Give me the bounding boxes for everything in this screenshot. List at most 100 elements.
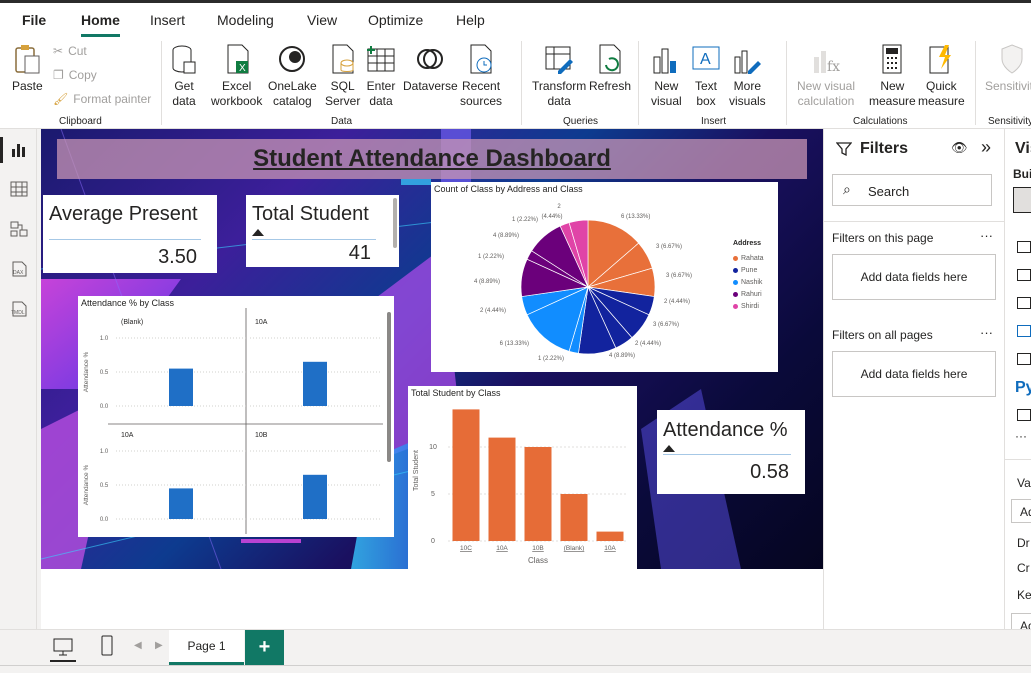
bar[interactable]	[169, 368, 193, 406]
svg-text:fx: fx	[827, 59, 840, 75]
model-view-icon[interactable]	[10, 220, 28, 238]
dashboard-title-banner[interactable]: Student Attendance Dashboard	[57, 139, 807, 179]
stacked-bar-icon[interactable]	[1017, 241, 1031, 253]
sql-server-icon	[332, 44, 354, 74]
new-visual-calculation-button[interactable]: fx New visual calculation	[797, 43, 855, 109]
format-painter-button[interactable]: 🖌 Format painter	[53, 92, 151, 106]
tmdl-view-icon[interactable]: TMDL	[10, 300, 28, 318]
visual-scrollbar[interactable]	[387, 312, 391, 462]
average-present-label: Average Present	[49, 203, 198, 225]
format-painter-label: Format painter	[73, 92, 152, 106]
more-options-icon[interactable]: ···	[980, 228, 993, 243]
legend-item[interactable]: Shirdi	[733, 300, 764, 312]
attendance-percent-label: Attendance %	[663, 419, 788, 441]
values-add-field[interactable]: Ad	[1011, 499, 1031, 523]
sensitivity-button[interactable]: Sensitivity	[985, 43, 1031, 94]
combo-chart-icon[interactable]	[1017, 325, 1031, 337]
legend-item[interactable]: Pune	[733, 264, 764, 276]
refresh-button[interactable]: Refresh	[589, 43, 631, 94]
copy-button[interactable]: ❐ Copy	[53, 68, 97, 82]
card-scrollbar[interactable]	[393, 198, 397, 248]
tab-view[interactable]: View	[307, 12, 337, 28]
get-data-label: Get	[174, 79, 194, 93]
bar[interactable]	[596, 531, 624, 541]
area-chart-icon[interactable]	[1017, 297, 1031, 309]
new-visual-button[interactable]: New visual	[651, 43, 682, 109]
new-measure-button[interactable]: New measure	[869, 43, 916, 109]
enter-data-button[interactable]: Enter data	[366, 43, 396, 109]
panel-label: (Blank)	[121, 319, 143, 326]
tab-help[interactable]: Help	[456, 12, 485, 28]
trend-up-icon	[252, 229, 264, 236]
desktop-layout-icon[interactable]	[52, 637, 74, 657]
tab-optimize[interactable]: Optimize	[368, 12, 423, 28]
sql-server-button[interactable]: SQL Server	[325, 43, 360, 109]
table-view-icon[interactable]	[10, 180, 28, 198]
collapse-pane-icon[interactable]: »	[981, 137, 991, 158]
bar[interactable]	[524, 447, 552, 541]
mobile-layout-icon[interactable]	[100, 635, 114, 657]
attendance-percent-card[interactable]: Attendance % 0.58	[657, 410, 805, 494]
bar[interactable]	[303, 474, 327, 519]
more-options-icon[interactable]: ···	[980, 325, 993, 340]
more-visuals-button[interactable]: More visuals	[729, 43, 766, 109]
legend-item[interactable]: Rahuri	[733, 288, 764, 300]
tab-home[interactable]: Home	[81, 12, 120, 37]
cross-report-label: Cr	[1017, 561, 1030, 575]
attendance-by-class-chart[interactable]: Attendance % by Class (Blank) 0.0 0.5 1.0 At…	[78, 296, 394, 537]
dashboard-title: Student Attendance Dashboard	[253, 145, 611, 172]
bar[interactable]	[488, 437, 516, 541]
r-visual-icon[interactable]	[1017, 409, 1031, 421]
onelake-catalog-button[interactable]: OneLake catalog	[268, 43, 317, 109]
bar[interactable]	[452, 409, 480, 541]
tab-modeling[interactable]: Modeling	[217, 12, 274, 28]
filter-search-input[interactable]: ⌕ Search	[832, 174, 992, 206]
python-visual-label[interactable]: Py	[1015, 379, 1031, 397]
page-tab-1[interactable]: Page 1	[169, 630, 244, 665]
legend-label: Nashik	[741, 278, 763, 286]
total-student-card[interactable]: Total Student 41	[246, 195, 399, 267]
bar[interactable]	[560, 494, 588, 541]
filters-on-this-page-label: Filters on this page	[832, 231, 934, 245]
keep-filters-label: Ke	[1017, 588, 1031, 602]
drillthrough-add-field[interactable]: Ad	[1011, 613, 1031, 629]
pie-chart-visual[interactable]: Count of Class by Address and Class 6 (1…	[431, 182, 778, 372]
eye-icon[interactable]: 👁	[951, 140, 968, 156]
dataverse-button[interactable]: Dataverse	[403, 43, 458, 94]
add-fields-this-page[interactable]: Add data fields here	[832, 254, 996, 300]
more-visuals-ellipsis[interactable]: ···	[1015, 429, 1027, 443]
quick-measure-button[interactable]: Quick measure	[918, 43, 965, 109]
bar[interactable]	[169, 488, 193, 519]
bar[interactable]	[303, 361, 327, 406]
recent-sources-icon	[470, 44, 492, 74]
previous-page-icon[interactable]: ◀	[134, 640, 142, 651]
recent-sources-button[interactable]: Recent sources	[460, 43, 502, 109]
visual-type-selected[interactable]	[1013, 187, 1031, 213]
tab-file[interactable]: File	[22, 12, 46, 28]
legend-item[interactable]: Nashik	[733, 276, 764, 288]
table-visual-icon[interactable]	[1017, 353, 1031, 365]
transform-data-button[interactable]: Transform data	[532, 43, 586, 109]
paste-button[interactable]: Paste	[12, 43, 43, 94]
y-tick-label: 5	[431, 491, 435, 498]
dax-query-view-icon[interactable]: DAX	[10, 260, 28, 278]
page-tab-label: Page 1	[187, 639, 226, 653]
enter-data-label: Enter	[366, 79, 396, 93]
pie-data-label: 6 (13.33%)	[500, 341, 529, 347]
add-fields-all-pages[interactable]: Add data fields here	[832, 351, 996, 397]
add-page-button[interactable]: +	[245, 630, 284, 665]
get-data-button[interactable]: Get data	[170, 43, 198, 109]
legend-item[interactable]: Rahata	[733, 252, 764, 264]
pie-legend-title: Address	[733, 240, 762, 247]
next-page-icon[interactable]: ▶	[155, 640, 163, 651]
cut-button[interactable]: ✂ Cut	[53, 44, 87, 58]
average-present-card[interactable]: Average Present 3.50	[43, 195, 217, 273]
excel-workbook-button[interactable]: X Excel workbook	[211, 43, 262, 109]
text-box-button[interactable]: A Text box	[691, 43, 721, 109]
total-student-bar-chart[interactable]: Total Student by Class 0 5 10 10C 10A 10B (Bla…	[408, 386, 637, 569]
report-view-icon[interactable]	[10, 141, 28, 159]
insert-group-label: Insert	[701, 116, 727, 127]
build-visual-label: Bui	[1013, 167, 1031, 181]
line-chart-icon[interactable]	[1017, 269, 1031, 281]
tab-insert[interactable]: Insert	[150, 12, 185, 28]
